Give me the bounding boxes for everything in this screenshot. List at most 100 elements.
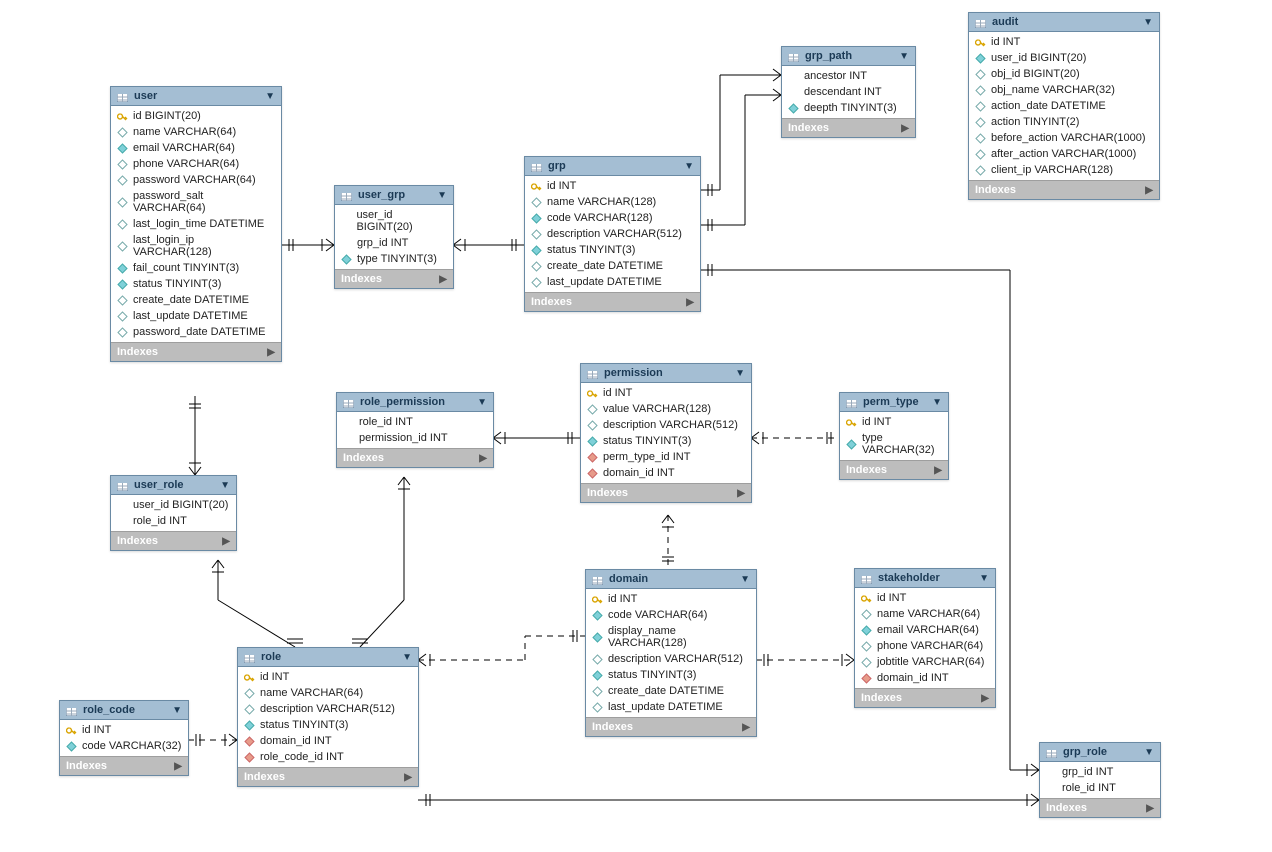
collapse-icon[interactable]: ▼ (979, 573, 989, 584)
expand-icon[interactable]: ▶ (479, 453, 487, 464)
column-row[interactable]: password_date DATETIME (111, 324, 281, 340)
indexes-section[interactable]: Indexes▶ (581, 483, 751, 502)
column-row[interactable]: ancestor INT (782, 68, 915, 84)
entity-header-grp[interactable]: grp▼ (525, 157, 700, 176)
column-row[interactable]: id INT (60, 722, 188, 738)
column-row[interactable]: last_update DATETIME (525, 274, 700, 290)
column-row[interactable]: after_action VARCHAR(1000) (969, 146, 1159, 162)
column-row[interactable]: id INT (855, 590, 995, 606)
indexes-section[interactable]: Indexes▶ (337, 448, 493, 467)
column-row[interactable]: code VARCHAR(32) (60, 738, 188, 754)
entity-stakeholder[interactable]: stakeholder▼id INTname VARCHAR(64)email … (854, 568, 996, 708)
column-row[interactable]: user_id BIGINT(20) (969, 50, 1159, 66)
column-row[interactable]: role_id INT (1040, 780, 1160, 796)
column-row[interactable]: name VARCHAR(64) (855, 606, 995, 622)
column-row[interactable]: id INT (238, 669, 418, 685)
column-row[interactable]: user_id BIGINT(20) (335, 207, 453, 235)
indexes-section[interactable]: Indexes▶ (60, 756, 188, 775)
column-row[interactable]: phone VARCHAR(64) (855, 638, 995, 654)
entity-header-permission[interactable]: permission▼ (581, 364, 751, 383)
column-row[interactable]: status TINYINT(3) (238, 717, 418, 733)
entity-header-role_code[interactable]: role_code▼ (60, 701, 188, 720)
column-row[interactable]: status TINYINT(3) (111, 276, 281, 292)
column-row[interactable]: name VARCHAR(64) (111, 124, 281, 140)
column-row[interactable]: role_id INT (111, 513, 236, 529)
column-row[interactable]: code VARCHAR(128) (525, 210, 700, 226)
collapse-icon[interactable]: ▼ (899, 51, 909, 62)
column-row[interactable]: fail_count TINYINT(3) (111, 260, 281, 276)
column-row[interactable]: domain_id INT (238, 733, 418, 749)
column-row[interactable]: description VARCHAR(512) (238, 701, 418, 717)
expand-icon[interactable]: ▶ (934, 465, 942, 476)
entity-user_grp[interactable]: user_grp▼ user_id BIGINT(20)grp_id INTtyp… (334, 185, 454, 289)
collapse-icon[interactable]: ▼ (684, 161, 694, 172)
column-row[interactable]: password VARCHAR(64) (111, 172, 281, 188)
column-row[interactable]: type TINYINT(3) (335, 251, 453, 267)
column-row[interactable]: descendant INT (782, 84, 915, 100)
indexes-section[interactable]: Indexes▶ (238, 767, 418, 786)
indexes-section[interactable]: Indexes▶ (111, 342, 281, 361)
entity-header-role_permission[interactable]: role_permission▼ (337, 393, 493, 412)
column-row[interactable]: id INT (525, 178, 700, 194)
expand-icon[interactable]: ▶ (439, 274, 447, 285)
column-row[interactable]: description VARCHAR(512) (586, 651, 756, 667)
entity-header-grp_role[interactable]: grp_role▼ (1040, 743, 1160, 762)
collapse-icon[interactable]: ▼ (437, 190, 447, 201)
collapse-icon[interactable]: ▼ (1144, 747, 1154, 758)
column-row[interactable]: user_id BIGINT(20) (111, 497, 236, 513)
column-row[interactable]: role_id INT (337, 414, 493, 430)
expand-icon[interactable]: ▶ (222, 536, 230, 547)
entity-header-user[interactable]: user▼ (111, 87, 281, 106)
column-row[interactable]: action TINYINT(2) (969, 114, 1159, 130)
entity-header-user_grp[interactable]: user_grp▼ (335, 186, 453, 205)
entity-role_permission[interactable]: role_permission▼ role_id INTpermission_id… (336, 392, 494, 468)
collapse-icon[interactable]: ▼ (220, 480, 230, 491)
column-row[interactable]: status TINYINT(3) (586, 667, 756, 683)
expand-icon[interactable]: ▶ (981, 693, 989, 704)
expand-icon[interactable]: ▶ (1146, 803, 1154, 814)
entity-header-role[interactable]: role▼ (238, 648, 418, 667)
entity-grp[interactable]: grp▼id INTname VARCHAR(128)code VARCHAR(… (524, 156, 701, 312)
column-row[interactable]: grp_id INT (1040, 764, 1160, 780)
column-row[interactable]: value VARCHAR(128) (581, 401, 751, 417)
column-row[interactable]: create_date DATETIME (111, 292, 281, 308)
column-row[interactable]: id BIGINT(20) (111, 108, 281, 124)
expand-icon[interactable]: ▶ (1145, 185, 1153, 196)
indexes-section[interactable]: Indexes▶ (111, 531, 236, 550)
column-row[interactable]: last_login_time DATETIME (111, 216, 281, 232)
entity-grp_role[interactable]: grp_role▼ grp_id INTrole_id INT Indexes▶ (1039, 742, 1161, 818)
column-row[interactable]: display_name VARCHAR(128) (586, 623, 756, 651)
column-row[interactable]: name VARCHAR(64) (238, 685, 418, 701)
entity-user_role[interactable]: user_role▼user_id BIGINT(20)role_id INTI… (110, 475, 237, 551)
expand-icon[interactable]: ▶ (901, 123, 909, 134)
column-row[interactable]: role_code_id INT (238, 749, 418, 765)
collapse-icon[interactable]: ▼ (172, 705, 182, 716)
expand-icon[interactable]: ▶ (737, 488, 745, 499)
column-row[interactable]: client_ip VARCHAR(128) (969, 162, 1159, 178)
column-row[interactable]: perm_type_id INT (581, 449, 751, 465)
column-row[interactable]: last_update DATETIME (586, 699, 756, 715)
indexes-section[interactable]: Indexes▶ (782, 118, 915, 137)
column-row[interactable]: permission_id INT (337, 430, 493, 446)
entity-permission[interactable]: permission▼id INTvalue VARCHAR(128)descr… (580, 363, 752, 503)
collapse-icon[interactable]: ▼ (1143, 17, 1153, 28)
column-row[interactable]: before_action VARCHAR(1000) (969, 130, 1159, 146)
column-row[interactable]: domain_id INT (581, 465, 751, 481)
column-row[interactable]: description VARCHAR(512) (525, 226, 700, 242)
collapse-icon[interactable]: ▼ (265, 91, 275, 102)
column-row[interactable]: obj_id BIGINT(20) (969, 66, 1159, 82)
column-row[interactable]: password_salt VARCHAR(64) (111, 188, 281, 216)
column-row[interactable]: status TINYINT(3) (525, 242, 700, 258)
entity-domain[interactable]: domain▼id INTcode VARCHAR(64)display_nam… (585, 569, 757, 737)
column-row[interactable]: create_date DATETIME (586, 683, 756, 699)
column-row[interactable]: obj_name VARCHAR(32) (969, 82, 1159, 98)
column-row[interactable]: grp_id INT (335, 235, 453, 251)
expand-icon[interactable]: ▶ (404, 772, 412, 783)
entity-header-domain[interactable]: domain▼ (586, 570, 756, 589)
collapse-icon[interactable]: ▼ (735, 368, 745, 379)
indexes-section[interactable]: Indexes▶ (1040, 798, 1160, 817)
collapse-icon[interactable]: ▼ (477, 397, 487, 408)
expand-icon[interactable]: ▶ (686, 297, 694, 308)
column-row[interactable]: create_date DATETIME (525, 258, 700, 274)
entity-grp_path[interactable]: grp_path▼ancestor INTdescendant INTdeept… (781, 46, 916, 138)
